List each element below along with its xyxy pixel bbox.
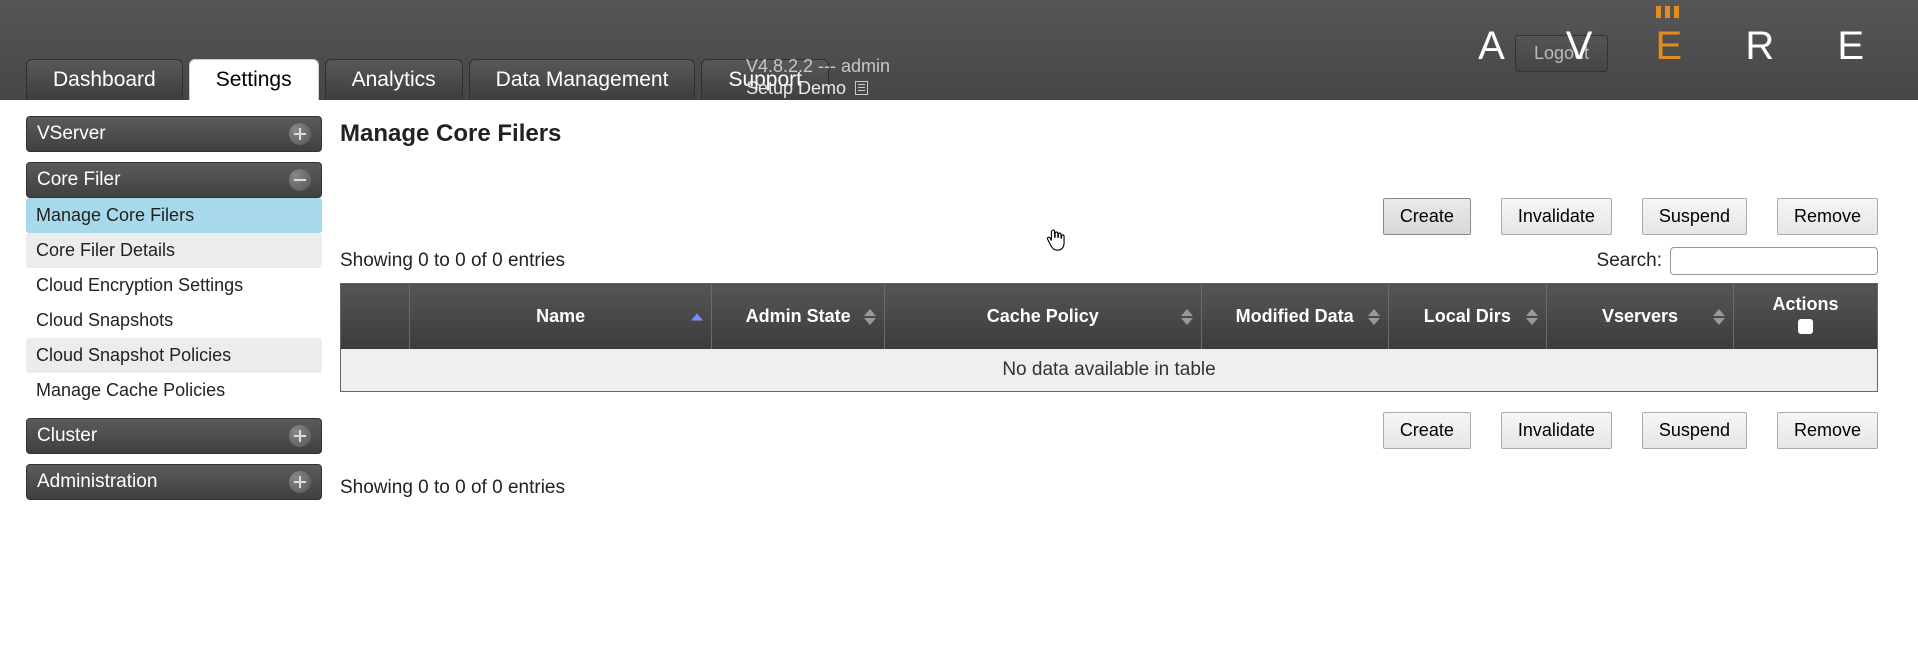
- col-label: Local Dirs: [1424, 306, 1511, 326]
- col-blank: [341, 284, 410, 350]
- logo: A V E R E: [1478, 24, 1890, 69]
- suspend-button[interactable]: Suspend: [1642, 198, 1747, 235]
- sidebar-item-manage-core-filers[interactable]: Manage Core Filers: [26, 198, 322, 233]
- sidebar-item-cloud-snapshot-policies[interactable]: Cloud Snapshot Policies: [26, 338, 322, 373]
- sidebar-section-administration[interactable]: Administration: [26, 464, 322, 500]
- select-all-checkbox[interactable]: [1798, 319, 1813, 334]
- main-tabs: Dashboard Settings Analytics Data Manage…: [26, 59, 829, 100]
- sidebar-section-vserver[interactable]: VServer: [26, 116, 322, 152]
- collapse-icon: [289, 169, 311, 191]
- remove-button-bottom[interactable]: Remove: [1777, 412, 1878, 449]
- sidebar-item-manage-cache-policies[interactable]: Manage Cache Policies: [26, 373, 322, 408]
- col-label: Actions: [1773, 294, 1839, 314]
- sidebar-section-label: Core Filer: [37, 169, 120, 191]
- page-title: Manage Core Filers: [340, 120, 1878, 148]
- showing-entries-top: Showing 0 to 0 of 0 entries: [340, 250, 565, 272]
- col-label: Admin State: [746, 306, 851, 326]
- expand-icon: [289, 425, 311, 447]
- sidebar-item-cloud-snapshots[interactable]: Cloud Snapshots: [26, 303, 322, 338]
- showing-entries-bottom: Showing 0 to 0 of 0 entries: [340, 477, 1878, 499]
- col-local-dirs[interactable]: Local Dirs: [1388, 284, 1546, 350]
- tab-data-management[interactable]: Data Management: [469, 59, 696, 100]
- create-button-bottom[interactable]: Create: [1383, 412, 1471, 449]
- col-name[interactable]: Name: [410, 284, 712, 350]
- sidebar-section-cluster[interactable]: Cluster: [26, 418, 322, 454]
- tab-settings[interactable]: Settings: [189, 59, 319, 100]
- col-cache-policy[interactable]: Cache Policy: [884, 284, 1201, 350]
- invalidate-button-bottom[interactable]: Invalidate: [1501, 412, 1612, 449]
- col-vservers[interactable]: Vservers: [1546, 284, 1733, 350]
- remove-button[interactable]: Remove: [1777, 198, 1878, 235]
- col-label: Name: [536, 306, 585, 326]
- search-label: Search:: [1597, 250, 1662, 272]
- col-admin-state[interactable]: Admin State: [712, 284, 885, 350]
- sidebar: VServer Core Filer Manage Core Filers Co…: [26, 116, 322, 510]
- expand-icon: [289, 471, 311, 493]
- empty-row: No data available in table: [341, 349, 1878, 392]
- toolbar-bottom: Create Invalidate Suspend Remove: [340, 412, 1878, 449]
- sidebar-section-label: VServer: [37, 123, 106, 145]
- version-text: V4.8.2.2 --- admin: [746, 56, 890, 78]
- col-label: Cache Policy: [987, 306, 1099, 326]
- expand-icon: [289, 123, 311, 145]
- sidebar-section-label: Cluster: [37, 425, 97, 447]
- col-actions[interactable]: Actions: [1734, 284, 1878, 350]
- content: Manage Core Filers Create Invalidate Sus…: [340, 116, 1918, 510]
- top-banner: Logout A V E R E Dashboard Settings Anal…: [0, 0, 1918, 100]
- suspend-button-bottom[interactable]: Suspend: [1642, 412, 1747, 449]
- invalidate-button[interactable]: Invalidate: [1501, 198, 1612, 235]
- create-button[interactable]: Create: [1383, 198, 1471, 235]
- document-icon: [855, 81, 868, 95]
- search-input[interactable]: [1670, 247, 1878, 275]
- core-filers-table: Name Admin State Cache Policy Modified D…: [340, 283, 1878, 392]
- sidebar-section-label: Administration: [37, 471, 157, 493]
- col-label: Modified Data: [1236, 306, 1354, 326]
- col-label: Vservers: [1602, 306, 1678, 326]
- toolbar-top: Create Invalidate Suspend Remove: [340, 198, 1878, 235]
- sidebar-section-core-filer[interactable]: Core Filer: [26, 162, 322, 198]
- sidebar-item-cloud-encryption-settings[interactable]: Cloud Encryption Settings: [26, 268, 322, 303]
- tab-analytics[interactable]: Analytics: [325, 59, 463, 100]
- tab-dashboard[interactable]: Dashboard: [26, 59, 183, 100]
- setup-link[interactable]: Setup Demo: [746, 78, 846, 98]
- col-modified-data[interactable]: Modified Data: [1201, 284, 1388, 350]
- version-block: V4.8.2.2 --- admin Setup Demo: [746, 56, 890, 99]
- sidebar-item-core-filer-details[interactable]: Core Filer Details: [26, 233, 322, 268]
